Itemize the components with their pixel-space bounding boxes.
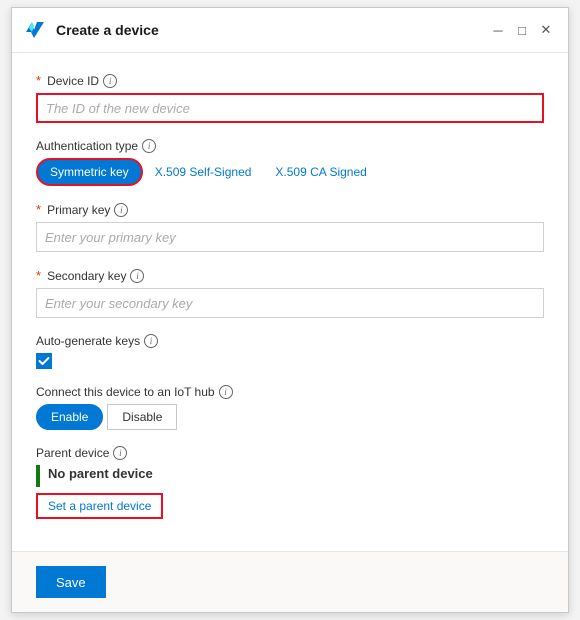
title-bar: Create a device ─ □ ✕ [12, 8, 568, 53]
parent-device-info-icon[interactable]: i [113, 446, 127, 460]
window-title: Create a device [56, 22, 159, 38]
title-bar-controls: ─ □ ✕ [490, 22, 554, 38]
create-device-window: Create a device ─ □ ✕ * Device ID i Auth… [11, 7, 569, 613]
auth-x509-self-button[interactable]: X.509 Self-Signed [143, 158, 264, 186]
auth-type-group: Authentication type i Symmetric key X.50… [36, 139, 544, 186]
parent-device-label: Parent device i [36, 446, 544, 460]
auth-type-buttons: Symmetric key X.509 Self-Signed X.509 CA… [36, 158, 544, 186]
secondary-key-input[interactable] [36, 288, 544, 318]
auth-type-info-icon[interactable]: i [142, 139, 156, 153]
primary-key-label: * Primary key i [36, 202, 544, 217]
parent-indicator-bar [36, 465, 40, 487]
parent-device-group: Parent device i No parent device Set a p… [36, 446, 544, 519]
enable-button[interactable]: Enable [36, 404, 103, 430]
checkmark-icon [38, 355, 50, 367]
disable-button[interactable]: Disable [107, 404, 177, 430]
secondary-key-info-icon[interactable]: i [130, 269, 144, 283]
device-id-group: * Device ID i [36, 73, 544, 123]
device-id-label: * Device ID i [36, 73, 544, 88]
form-footer: Save [12, 551, 568, 612]
auth-symmetric-key-button[interactable]: Symmetric key [36, 158, 143, 186]
connect-iot-label: Connect this device to an IoT hub i [36, 385, 544, 399]
auto-generate-info-icon[interactable]: i [144, 334, 158, 348]
secondary-key-group: * Secondary key i [36, 268, 544, 318]
required-star: * [36, 73, 41, 88]
parent-device-value-row: No parent device [36, 465, 544, 487]
auto-generate-checkbox-group [36, 353, 544, 369]
secondary-key-label: * Secondary key i [36, 268, 544, 283]
connect-iot-group: Connect this device to an IoT hub i Enab… [36, 385, 544, 430]
auth-x509-ca-button[interactable]: X.509 CA Signed [263, 158, 378, 186]
close-button[interactable]: ✕ [538, 22, 554, 38]
primary-key-input[interactable] [36, 222, 544, 252]
save-button[interactable]: Save [36, 566, 106, 598]
primary-key-group: * Primary key i [36, 202, 544, 252]
maximize-button[interactable]: □ [514, 22, 530, 38]
azure-icon [24, 18, 48, 42]
minimize-button[interactable]: ─ [490, 22, 506, 38]
connect-iot-info-icon[interactable]: i [219, 385, 233, 399]
required-star-sk: * [36, 268, 41, 283]
title-bar-left: Create a device [24, 18, 159, 42]
auto-generate-group: Auto-generate keys i [36, 334, 544, 369]
auth-type-label: Authentication type i [36, 139, 544, 153]
form-content: * Device ID i Authentication type i Symm… [12, 53, 568, 551]
device-id-info-icon[interactable]: i [103, 74, 117, 88]
parent-device-value: No parent device [48, 466, 153, 481]
connect-iot-toggle: Enable Disable [36, 404, 544, 430]
auto-generate-checkbox[interactable] [36, 353, 52, 369]
device-id-input[interactable] [36, 93, 544, 123]
set-parent-device-button[interactable]: Set a parent device [36, 493, 163, 519]
auto-generate-label: Auto-generate keys i [36, 334, 544, 348]
required-star-pk: * [36, 202, 41, 217]
primary-key-info-icon[interactable]: i [114, 203, 128, 217]
